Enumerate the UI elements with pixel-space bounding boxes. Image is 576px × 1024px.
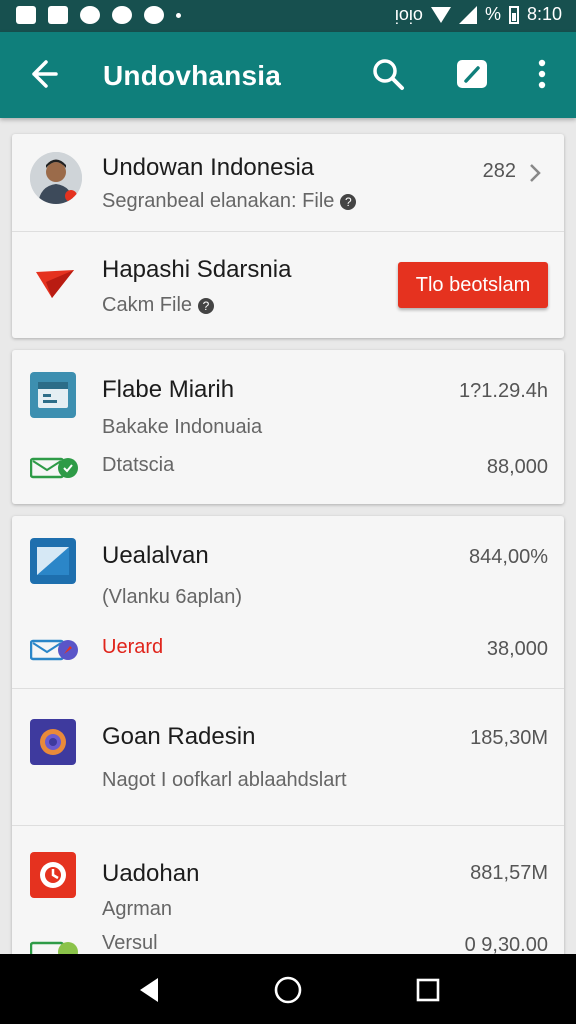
nav-back-icon[interactable] (134, 974, 166, 1006)
row-title: Undowan Indonesia (102, 154, 315, 181)
list-item[interactable]: Uadohan 881,57M Agrman Versul 0 9,30.00 (12, 826, 564, 954)
row-meta-value: 38,000 (486, 638, 548, 660)
gear-app-icon (30, 719, 76, 765)
more-vert-icon[interactable] (522, 54, 562, 94)
row-meta: Dtatscia (102, 454, 175, 476)
row-value: 881,57M (470, 862, 548, 884)
info-icon: ? (198, 298, 215, 314)
row-title: Uadohan (102, 860, 200, 887)
more-notifications-icon (176, 12, 181, 18)
status-bar: ᴉᴏᴉᴏ % 8:10 (0, 0, 576, 32)
mail-compass-icon (30, 639, 78, 661)
back-arrow-icon[interactable] (22, 52, 66, 96)
avatar (30, 152, 82, 204)
list-item[interactable]: Goan Radesin 185,30M Nagot I oofkarl abl… (12, 689, 564, 825)
calendar-icon (30, 372, 76, 418)
row-subtitle: Segranbeal elanakan: File? (102, 190, 357, 213)
clock: 8:10 (526, 4, 562, 24)
row-subtitle: (Vlanku 6aplan) (102, 586, 243, 608)
row-title: Uealalvan (102, 542, 209, 569)
carrier-text: ᴉᴏᴉᴏ (394, 4, 423, 24)
row-value: 282 (482, 160, 516, 182)
row-subtitle: Bakake Indonuaia (102, 416, 263, 438)
system-icons: ᴉᴏᴉᴏ % 8:10 (395, 4, 562, 25)
row-subtitle-text: Cakm File (102, 294, 193, 316)
app-bar: Undovhansia (0, 32, 576, 118)
row-meta: Uerard (102, 636, 164, 658)
info-icon: ? (340, 194, 357, 210)
list-item[interactable]: Undowan Indonesia Segranbeal elanakan: F… (12, 134, 564, 230)
account-card: Undowan Indonesia Segranbeal elanakan: F… (12, 134, 564, 338)
mail-badge-icon (30, 941, 78, 954)
search-icon[interactable] (368, 54, 408, 94)
alert-notification-icon (144, 6, 164, 24)
content-list: Undowan Indonesia Segranbeal elanakan: F… (0, 118, 576, 954)
nav-home-icon[interactable] (272, 974, 304, 1006)
row-value: 844,00% (469, 546, 548, 568)
row-subtitle: Cakm File? (102, 294, 215, 317)
photo-notification-icon (16, 6, 36, 24)
app-notification-icon (80, 6, 100, 24)
item-card[interactable]: Flabe Miarih 1?1.29.4h Bakake Indonuaia … (12, 350, 564, 504)
row-title: Flabe Miarih (102, 376, 235, 403)
row-subtitle: Agrman (102, 898, 173, 920)
row-title: Hapashi Sdarsnia (102, 256, 292, 283)
battery-percent-text: % (484, 4, 501, 24)
chevron-right-icon[interactable] (526, 162, 544, 184)
row-value: 185,30M (470, 727, 548, 749)
item-card: Uealalvan 844,00% (Vlanku 6aplan) Uerard… (12, 516, 564, 954)
list-item[interactable]: Hapashi Sdarsnia Cakm File? Tlo beotslam (12, 232, 564, 338)
battery-icon (508, 5, 519, 24)
image-notification-icon (48, 6, 68, 24)
compose-icon[interactable] (452, 54, 492, 94)
blocked-notification-icon (112, 6, 132, 24)
image-icon (30, 538, 76, 584)
row-title: Goan Radesin (102, 723, 256, 750)
action-button[interactable]: Tlo beotslam (398, 262, 548, 308)
mail-badge-icon (30, 457, 78, 479)
row-value: 1?1.29.4h (459, 380, 548, 402)
clock-app-icon (30, 852, 76, 898)
row-meta-value: 88,000 (486, 456, 548, 478)
list-item[interactable]: Uealalvan 844,00% (Vlanku 6aplan) Uerard… (12, 516, 564, 688)
wifi-icon (430, 6, 451, 23)
row-subtitle-text: Segranbeal elanakan: File (102, 190, 335, 212)
row-meta: Versul (102, 932, 158, 954)
signal-icon (458, 5, 477, 24)
row-meta-value: 0 9,30.00 (464, 934, 548, 954)
page-title: Undovhansia (103, 60, 282, 91)
row-subtitle: Nagot I oofkarl ablaahdslart (102, 769, 347, 791)
send-icon (36, 270, 74, 298)
system-nav-bar (0, 954, 576, 1024)
notification-icons (16, 6, 181, 24)
nav-recents-icon[interactable] (412, 974, 444, 1006)
